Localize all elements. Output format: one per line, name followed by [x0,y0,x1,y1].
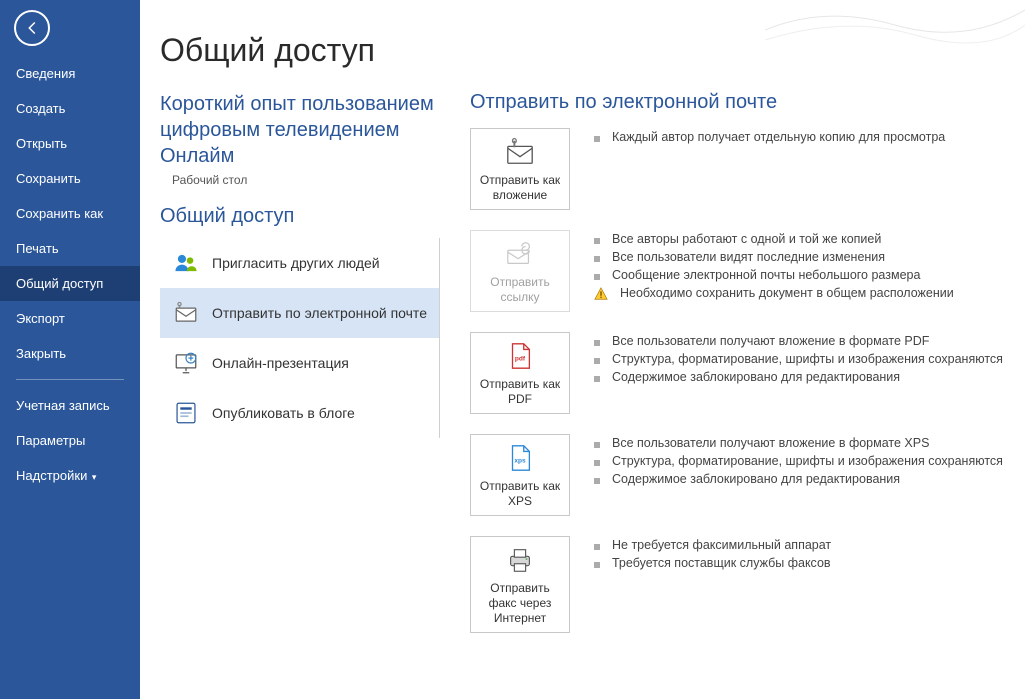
share-methods-list: Пригласить других людей Отправить по эле… [160,238,440,438]
email-option-link: Отправить ссылку Все авторы работают с о… [470,230,1005,312]
email-option-fax: Отправить факс через Интернет Не требует… [470,536,1005,633]
email-option-xps: xps Отправить как XPS Все пользователи п… [470,434,1005,516]
option-bullets: Все пользователи получают вложение в фор… [594,434,1003,490]
email-attachment-icon [170,300,202,326]
share-left-column: Короткий опыт пользованием цифровым теле… [160,91,440,653]
warning-icon [594,287,608,304]
email-heading: Отправить по электронной почте [470,91,1005,114]
nav-open[interactable]: Открыть [0,126,140,161]
nav-save[interactable]: Сохранить [0,161,140,196]
share-item-label: Опубликовать в блоге [212,405,355,421]
nav-new[interactable]: Создать [0,91,140,126]
nav-addins[interactable]: Надстройки ▾ [0,458,140,493]
option-bullets: Все пользователи получают вложение в фор… [594,332,1003,388]
send-internet-fax-button[interactable]: Отправить факс через Интернет [470,536,570,633]
share-email[interactable]: Отправить по электронной почте [160,288,440,338]
share-item-label: Пригласить других людей [212,255,380,271]
button-label: Отправить как XPS [475,479,565,509]
share-heading: Общий доступ [160,205,440,228]
share-list-divider [439,238,440,438]
option-bullets: Каждый автор получает отдельную копию дл… [594,128,945,148]
arrow-left-icon [23,19,41,37]
presentation-icon [170,350,202,376]
share-present-online[interactable]: Онлайн-презентация [160,338,440,388]
xps-icon: xps [505,441,535,475]
document-title: Короткий опыт пользованием цифровым теле… [160,91,440,169]
share-item-label: Отправить по электронной почте [212,305,427,321]
svg-text:pdf: pdf [515,356,526,363]
share-blog[interactable]: Опубликовать в блоге [160,388,440,438]
svg-text:xps: xps [514,458,526,465]
option-bullets: Все авторы работают с одной и той же коп… [594,230,954,308]
chevron-down-icon: ▾ [89,472,96,482]
link-mail-icon [505,237,535,271]
email-options-column: Отправить по электронной почте Отправить… [440,91,1005,653]
button-label: Отправить как PDF [475,377,565,407]
nav-account[interactable]: Учетная запись [0,388,140,423]
nav-share[interactable]: Общий доступ [0,266,140,301]
backstage-sidebar: Сведения Создать Открыть Сохранить Сохра… [0,0,140,699]
send-link-button: Отправить ссылку [470,230,570,312]
document-location: Рабочий стол [172,173,440,187]
send-as-pdf-button[interactable]: pdf Отправить как PDF [470,332,570,414]
option-bullets: Не требуется факсимильный аппарат Требуе… [594,536,831,574]
page-title: Общий доступ [160,32,1005,69]
back-button[interactable] [14,10,50,46]
send-as-xps-button[interactable]: xps Отправить как XPS [470,434,570,516]
email-option-pdf: pdf Отправить как PDF Все пользователи п… [470,332,1005,414]
nav-close[interactable]: Закрыть [0,336,140,371]
send-as-attachment-button[interactable]: Отправить как вложение [470,128,570,210]
nav-export[interactable]: Экспорт [0,301,140,336]
pdf-icon: pdf [505,339,535,373]
share-item-label: Онлайн-презентация [212,355,349,371]
nav-print[interactable]: Печать [0,231,140,266]
blog-icon [170,400,202,426]
button-label: Отправить факс через Интернет [475,581,565,626]
email-option-attachment: Отправить как вложение Каждый автор полу… [470,128,1005,210]
backstage-main: Общий доступ Короткий опыт пользованием … [140,0,1025,699]
button-label: Отправить как вложение [475,173,565,203]
nav-save-as[interactable]: Сохранить как [0,196,140,231]
share-invite-people[interactable]: Пригласить других людей [160,238,440,288]
nav-info[interactable]: Сведения [0,56,140,91]
nav-separator [16,379,124,380]
nav-options[interactable]: Параметры [0,423,140,458]
people-icon [170,250,202,276]
button-label: Отправить ссылку [475,275,565,305]
attachment-mail-icon [505,135,535,169]
fax-printer-icon [505,543,535,577]
